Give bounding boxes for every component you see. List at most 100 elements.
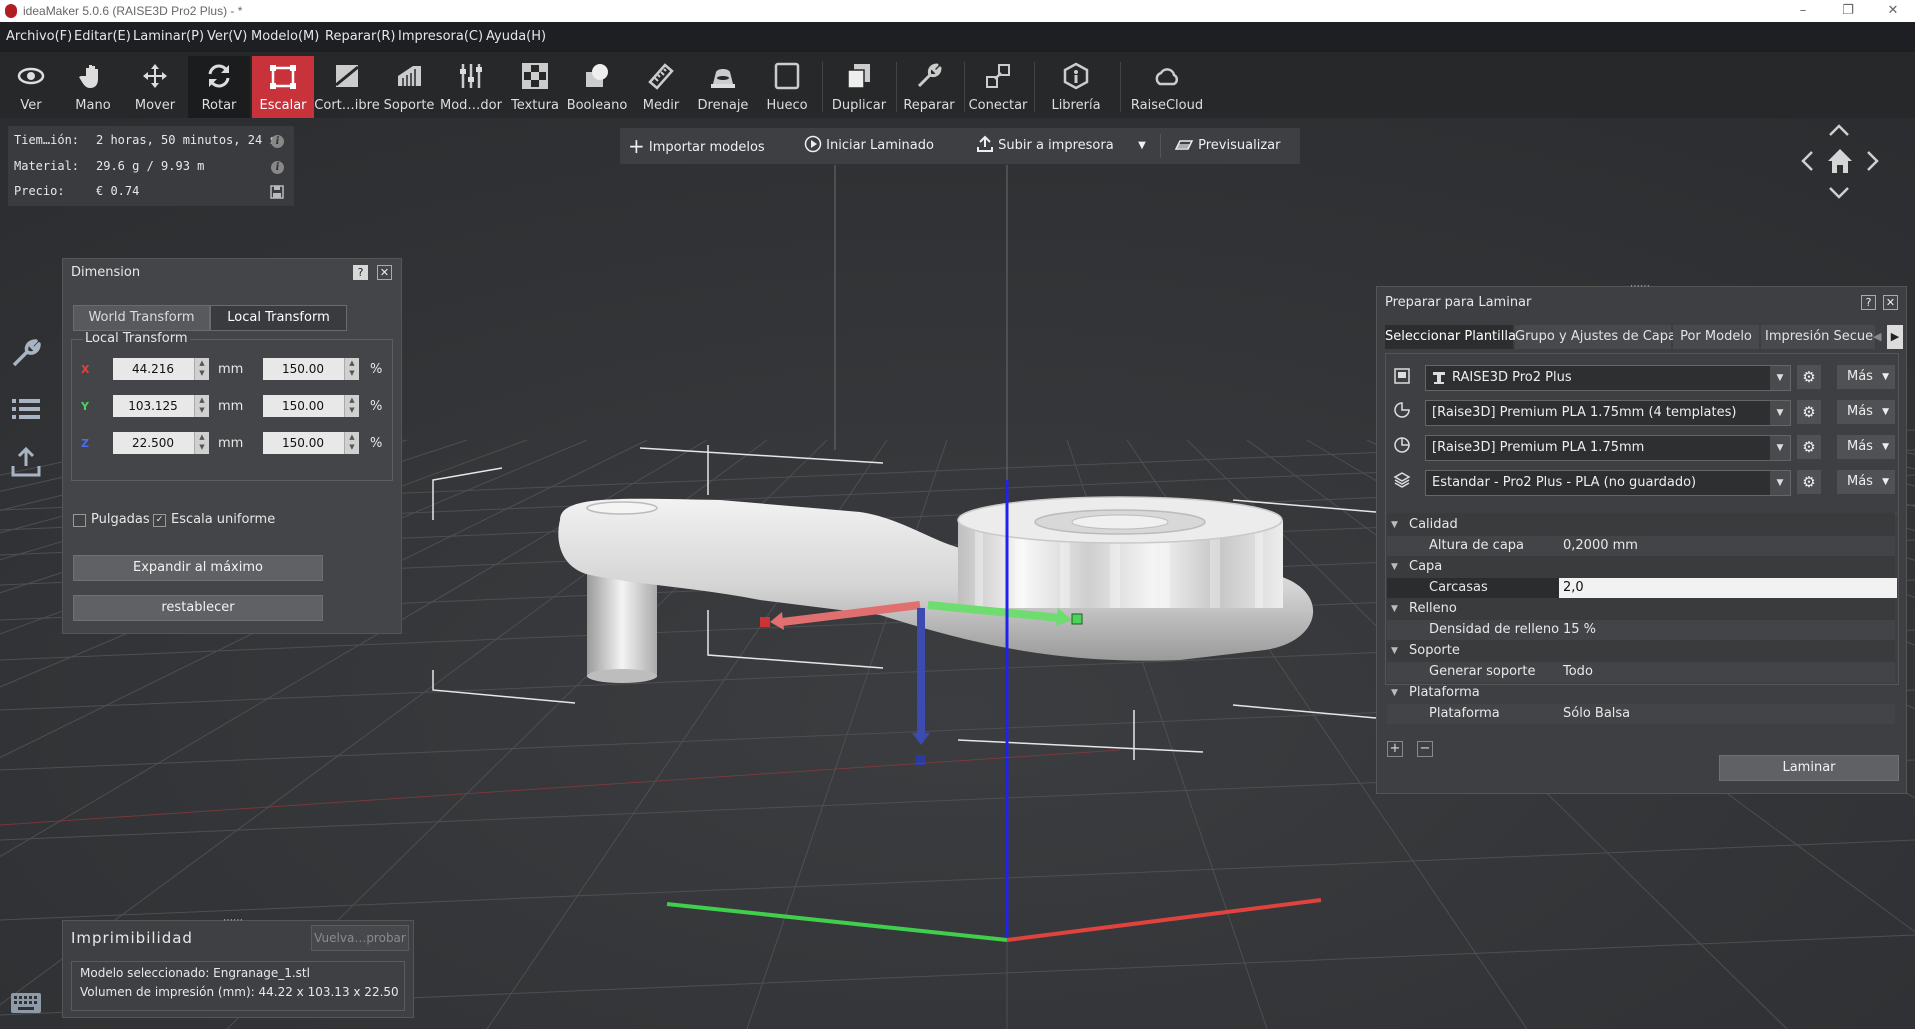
nav-right-icon[interactable] (1866, 150, 1880, 176)
tab-group-layer[interactable]: Grupo y Ajustes de Capa (1515, 325, 1676, 349)
filament-settings-gear-icon[interactable]: ⚙ (1797, 400, 1821, 424)
tree-item-plataforma[interactable]: Plataforma Sólo Balsa (1387, 704, 1895, 724)
prepare-close-button[interactable]: ✕ (1883, 295, 1898, 310)
tool-libreria-button[interactable]: Librería (1045, 56, 1107, 118)
tab-scroll-right-icon[interactable]: ▶ (1887, 325, 1903, 349)
laminar-button[interactable]: Laminar (1719, 755, 1899, 781)
filament-more-button[interactable]: Más ▼ (1837, 400, 1895, 424)
panel-grip[interactable]: ⋯⋯ (223, 915, 243, 926)
tree-item-densidad[interactable]: Densidad de relleno 15 % (1387, 620, 1895, 640)
spin-arrows-icon[interactable]: ▲ ▼ (194, 432, 209, 454)
add-setting-button[interactable]: + (1387, 741, 1403, 757)
x-size-input[interactable]: 44.216 ▲ ▼ (113, 358, 209, 380)
printer-more-button[interactable]: Más ▼ (1837, 365, 1895, 389)
info-icon[interactable]: i (271, 135, 284, 148)
panel-grip[interactable]: ⋯⋯ (1630, 281, 1650, 292)
nav-left-icon[interactable] (1800, 150, 1814, 176)
spin-arrows-icon[interactable]: ▲ ▼ (344, 358, 359, 380)
menu-modelo[interactable]: Modelo(M) (251, 22, 319, 52)
y-percent-input[interactable]: 150.00 ▲ ▼ (263, 395, 359, 417)
carcasas-input[interactable]: 2,0 (1559, 578, 1897, 598)
tool-soporte-button[interactable]: Soporte (378, 56, 440, 118)
start-slicing-button[interactable]: Iniciar Laminado (804, 128, 934, 164)
menu-laminar[interactable]: Laminar(P) (133, 22, 204, 52)
tool-booleano-button[interactable]: Booleano (566, 56, 628, 118)
tree-item-carcasas[interactable]: Carcasas 2,0 (1387, 578, 1897, 598)
info-icon[interactable]: i (271, 161, 284, 174)
uniform-scale-checkbox[interactable]: ✓ (153, 514, 166, 527)
wrench-side-icon[interactable] (10, 337, 42, 369)
preview-button[interactable]: Previsualizar (1174, 128, 1280, 164)
tree-group-relleno[interactable]: ▼ Relleno (1387, 599, 1895, 619)
tree-group-plataforma[interactable]: ▼ Plataforma (1387, 683, 1895, 703)
tool-reparar-button[interactable]: Reparar (898, 56, 960, 118)
profile-settings-gear-icon[interactable]: ⚙ (1797, 470, 1821, 494)
tree-group-soporte[interactable]: ▼ Soporte (1387, 641, 1895, 661)
expand-max-button[interactable]: Expandir al máximo (73, 555, 323, 581)
reset-button[interactable]: restablecer (73, 595, 323, 621)
retry-button[interactable]: Vuelva…probar (311, 925, 409, 951)
filament-left-more-button[interactable]: Más ▼ (1837, 435, 1895, 459)
tool-mover-button[interactable]: Mover (124, 56, 186, 118)
dimension-close-button[interactable]: ✕ (377, 265, 392, 280)
menu-reparar[interactable]: Reparar(R) (325, 22, 396, 52)
tool-cortar-button[interactable]: Cort…ibre (314, 56, 380, 118)
filament-left-settings-gear-icon[interactable]: ⚙ (1797, 435, 1821, 459)
tree-item-generar-soporte[interactable]: Generar soporte Todo (1387, 662, 1895, 682)
spin-arrows-icon[interactable]: ▲ ▼ (344, 432, 359, 454)
import-models-button[interactable]: + Importar modelos (628, 128, 765, 164)
upload-dropdown-icon[interactable]: ▼ (1130, 128, 1154, 164)
minimize-button[interactable]: – (1781, 0, 1825, 22)
tab-sequential[interactable]: Impresión Secue (1761, 325, 1875, 349)
tool-ver-button[interactable]: Ver (0, 56, 62, 118)
tool-duplicar-button[interactable]: Duplicar (828, 56, 890, 118)
printer-settings-gear-icon[interactable]: ⚙ (1797, 365, 1821, 389)
close-window-button[interactable]: ✕ (1871, 0, 1915, 22)
tool-hueco-button[interactable]: Hueco (756, 56, 818, 118)
save-icon[interactable] (270, 185, 284, 199)
z-percent-input[interactable]: 150.00 ▲ ▼ (263, 432, 359, 454)
filament-select[interactable]: [Raise3D] Premium PLA 1.75mm (4 template… (1425, 400, 1791, 426)
gizmo-y-cube[interactable] (1071, 613, 1083, 625)
tool-raisecloud-button[interactable]: RaiseCloud (1131, 56, 1203, 118)
tab-world-transform[interactable]: World Transform (73, 305, 210, 331)
menu-ver[interactable]: Ver(V) (207, 22, 247, 52)
prepare-help-button[interactable]: ? (1861, 295, 1876, 310)
tool-rotar-button[interactable]: Rotar (188, 56, 250, 118)
tab-local-transform[interactable]: Local Transform (210, 305, 347, 331)
list-icon[interactable] (10, 393, 42, 425)
filament-left-select[interactable]: [Raise3D] Premium PLA 1.75mm ▼ (1425, 435, 1791, 461)
tab-scroll-left-icon[interactable]: ◀ (1873, 327, 1885, 347)
nav-down-icon[interactable] (1828, 186, 1850, 204)
tab-per-model[interactable]: Por Modelo (1673, 325, 1759, 349)
remove-setting-button[interactable]: − (1417, 741, 1433, 757)
menu-impresora[interactable]: Impresora(C) (398, 22, 483, 52)
menu-archivo[interactable]: Archivo(F) (6, 22, 72, 52)
tool-conectar-button[interactable]: Conectar (967, 56, 1029, 118)
z-size-input[interactable]: 22.500 ▲ ▼ (113, 432, 209, 454)
nav-up-icon[interactable] (1828, 118, 1850, 143)
export-icon[interactable] (10, 446, 42, 478)
x-percent-input[interactable]: 150.00 ▲ ▼ (263, 358, 359, 380)
inches-checkbox[interactable] (73, 514, 86, 527)
spin-arrows-icon[interactable]: ▲ ▼ (194, 358, 209, 380)
tree-item-altura[interactable]: Altura de capa 0,2000 mm (1387, 536, 1895, 556)
tree-group-calidad[interactable]: ▼ Calidad (1387, 515, 1895, 535)
printer-select[interactable]: RAISE3D Pro2 Plus ▼ (1425, 365, 1791, 391)
tool-textura-button[interactable]: Textura (504, 56, 566, 118)
spin-arrows-icon[interactable]: ▲ ▼ (344, 395, 359, 417)
profile-more-button[interactable]: Más ▼ (1837, 470, 1895, 494)
restore-button[interactable]: ❐ (1826, 0, 1870, 22)
spin-arrows-icon[interactable]: ▲ ▼ (194, 395, 209, 417)
tab-select-template[interactable]: Seleccionar Plantilla (1385, 325, 1516, 349)
tool-modificador-button[interactable]: Mod…dor (440, 56, 502, 118)
upload-printer-button[interactable]: Subir a impresora (976, 128, 1114, 164)
gizmo-x-cube[interactable] (760, 617, 770, 627)
keyboard-icon[interactable] (10, 992, 42, 1014)
tree-group-capa[interactable]: ▼ Capa (1387, 557, 1895, 577)
dimension-help-button[interactable]: ? (353, 265, 368, 280)
nav-home-icon[interactable] (1825, 146, 1855, 180)
tool-mano-button[interactable]: Mano (62, 56, 124, 118)
menu-editar[interactable]: Editar(E) (74, 22, 131, 52)
menu-ayuda[interactable]: Ayuda(H) (486, 22, 546, 52)
